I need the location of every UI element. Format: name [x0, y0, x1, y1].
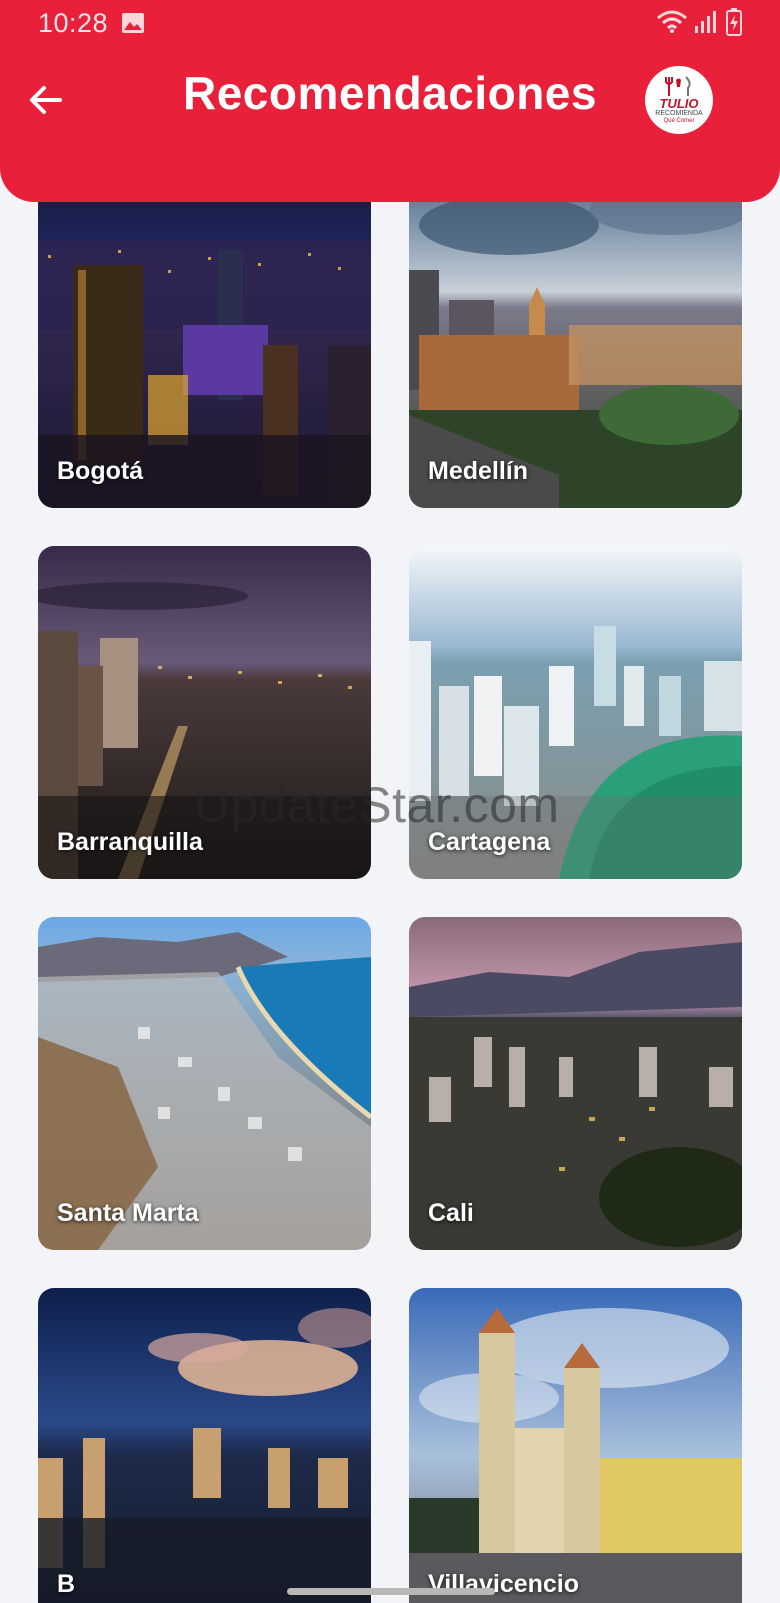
gallery-icon: [122, 13, 144, 33]
app-logo[interactable]: TULIO RECOMIENDA Qué Comer: [645, 66, 713, 134]
city-card-cali[interactable]: Cali: [409, 917, 742, 1250]
city-card-7[interactable]: B: [38, 1288, 371, 1603]
app-header: 10:28 Recomendaciones TULIO RECOMIENDA Q…: [0, 0, 780, 202]
city-name: B: [57, 1570, 76, 1598]
city-name: Medellín: [428, 457, 529, 485]
city-name: Barranquilla: [57, 828, 203, 856]
city-name: Santa Marta: [57, 1199, 199, 1227]
home-indicator[interactable]: [287, 1588, 495, 1595]
status-time: 10:28: [38, 8, 109, 38]
logo-tagline: Qué Comer: [663, 118, 695, 124]
city-card-santa-marta[interactable]: Santa Marta: [38, 917, 371, 1250]
signal-icon: [695, 11, 716, 33]
logo-text: TULIO: [659, 96, 699, 111]
city-card-bogota[interactable]: Bogotá: [38, 175, 371, 508]
logo-subtext: RECOMIENDA: [655, 110, 703, 117]
city-photo: [38, 1288, 371, 1603]
wifi-icon: [657, 10, 687, 33]
status-bar: 10:28: [0, 0, 780, 48]
city-card-villavicencio[interactable]: Villavicencio: [409, 1288, 742, 1603]
city-name: Bogotá: [57, 457, 144, 485]
city-card-medellin[interactable]: Medellín: [409, 175, 742, 508]
city-name: Cali: [428, 1199, 474, 1227]
fork-knife-icon: [665, 76, 691, 96]
watermark: UpdateStar.com: [194, 777, 560, 833]
battery-icon: [726, 8, 742, 36]
city-photo: [409, 1288, 742, 1603]
